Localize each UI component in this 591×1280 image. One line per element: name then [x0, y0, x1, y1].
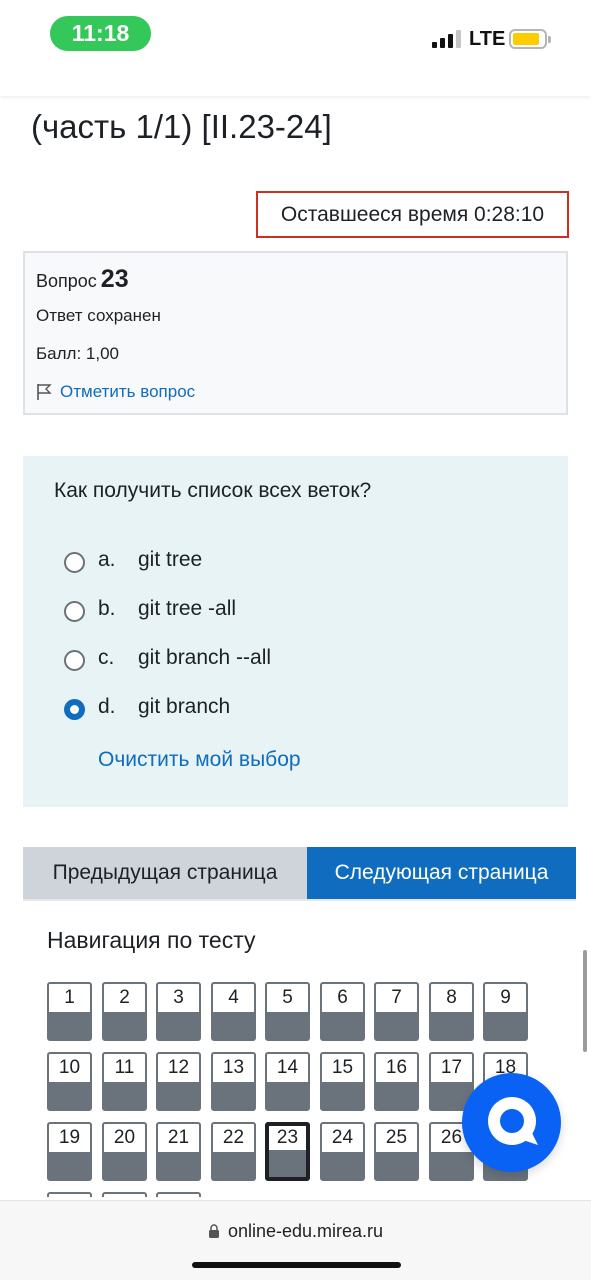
quiz-nav-button-8[interactable]: 8	[429, 982, 474, 1041]
quiz-nav-button-23[interactable]: 23	[265, 1122, 310, 1181]
quiz-nav-button-25[interactable]: 25	[374, 1122, 419, 1181]
quiz-navigation-title: Навигация по тесту	[47, 927, 256, 953]
quiz-nav-button-11[interactable]: 11	[102, 1052, 147, 1111]
chat-icon	[488, 1097, 538, 1145]
quiz-nav-button-3[interactable]: 3	[156, 982, 201, 1041]
question-state: Ответ сохранен	[36, 306, 161, 325]
quiz-nav-button-30[interactable]: 30	[156, 1192, 201, 1197]
quiz-nav-number: 30	[158, 1194, 199, 1197]
quiz-nav-number: 15	[322, 1054, 363, 1082]
answer-option-a[interactable]: a. git tree	[64, 546, 202, 573]
answer-letter: d.	[98, 694, 116, 718]
quiz-nav-number: 8	[431, 984, 472, 1012]
divider	[23, 899, 576, 901]
scrollbar[interactable]	[583, 950, 587, 1052]
status-bar: 11:18 LTE	[0, 0, 591, 96]
status-time: 11:18	[50, 16, 151, 51]
quiz-nav-number: 9	[485, 984, 526, 1012]
page-title: (часть 1/1) [II.23-24]	[31, 108, 332, 145]
quiz-nav-number: 4	[213, 984, 254, 1012]
quiz-nav-number: 25	[376, 1124, 417, 1152]
quiz-nav-number: 5	[267, 984, 308, 1012]
quiz-nav-button-10[interactable]: 10	[47, 1052, 92, 1111]
browser-address-bar[interactable]: online-edu.mirea.ru	[0, 1200, 591, 1280]
quiz-nav-button-14[interactable]: 14	[265, 1052, 310, 1111]
answer-text: git branch --all	[138, 645, 272, 669]
quiz-nav-number: 1	[49, 984, 90, 1012]
question-grade: Балл: 1,00	[36, 344, 119, 363]
quiz-nav-button-21[interactable]: 21	[156, 1122, 201, 1181]
quiz-nav-button-22[interactable]: 22	[211, 1122, 256, 1181]
quiz-nav-number: 28	[49, 1194, 90, 1197]
quiz-nav-number: 16	[376, 1054, 417, 1082]
quiz-nav-button-6[interactable]: 6	[320, 982, 365, 1041]
answer-letter: c.	[98, 645, 115, 669]
question-label: Вопрос	[36, 271, 97, 291]
answer-letter: a.	[98, 547, 116, 571]
question-content: Как получить список всех веток? a. git t…	[23, 456, 568, 807]
quiz-nav-number: 29	[104, 1194, 145, 1197]
quiz-nav-button-1[interactable]: 1	[47, 982, 92, 1041]
quiz-nav-button-2[interactable]: 2	[102, 982, 147, 1041]
answer-text: git branch	[138, 694, 231, 718]
url-text: online-edu.mirea.ru	[227, 1221, 384, 1241]
quiz-nav-button-5[interactable]: 5	[265, 982, 310, 1041]
quiz-nav-number: 20	[104, 1124, 145, 1152]
question-number-value: 23	[100, 265, 129, 293]
answer-option-b[interactable]: b. git tree -all	[64, 595, 236, 622]
quiz-nav-number: 11	[104, 1054, 145, 1082]
answer-option-c[interactable]: c. git branch --all	[64, 644, 271, 671]
network-type: LTE	[469, 28, 506, 50]
quiz-nav-button-9[interactable]: 9	[483, 982, 528, 1041]
answer-text: git tree -all	[138, 596, 237, 620]
quiz-nav-number: 21	[158, 1124, 199, 1152]
quiz-nav-number: 6	[322, 984, 363, 1012]
question-text: Как получить список всех веток?	[54, 479, 372, 502]
battery-icon	[509, 29, 551, 49]
chat-button[interactable]	[462, 1073, 561, 1172]
url-display[interactable]: online-edu.mirea.ru	[0, 1221, 591, 1242]
quiz-nav-button-24[interactable]: 24	[320, 1122, 365, 1181]
lock-icon	[208, 1224, 219, 1238]
signal-icon	[432, 30, 462, 48]
radio-c[interactable]	[64, 650, 85, 671]
quiz-nav-number: 13	[213, 1054, 254, 1082]
quiz-nav-number: 22	[213, 1124, 254, 1152]
quiz-nav-button-13[interactable]: 13	[211, 1052, 256, 1111]
answer-option-d[interactable]: d. git branch	[64, 693, 230, 720]
quiz-nav-button-19[interactable]: 19	[47, 1122, 92, 1181]
quiz-nav-number: 2	[104, 984, 145, 1012]
quiz-nav-number: 12	[158, 1054, 199, 1082]
quiz-nav-number: 19	[49, 1124, 90, 1152]
time-remaining: Оставшееся время 0:28:10	[256, 191, 569, 238]
radio-a[interactable]	[64, 552, 85, 573]
quiz-nav-button-29[interactable]: 29	[102, 1192, 147, 1197]
clear-choice-link[interactable]: Очистить мой выбор	[98, 748, 301, 772]
quiz-nav-number: 14	[267, 1054, 308, 1082]
flag-question-link[interactable]: Отметить вопрос	[36, 382, 195, 402]
quiz-nav-button-7[interactable]: 7	[374, 982, 419, 1041]
flag-question-label: Отметить вопрос	[60, 382, 196, 401]
quiz-nav-button-16[interactable]: 16	[374, 1052, 419, 1111]
quiz-nav-number: 3	[158, 984, 199, 1012]
answer-letter: b.	[98, 596, 116, 620]
quiz-nav-button-4[interactable]: 4	[211, 982, 256, 1041]
radio-b[interactable]	[64, 601, 85, 622]
home-indicator	[192, 1262, 401, 1268]
answer-text: git tree	[138, 547, 203, 571]
question-number: Вопрос 23	[36, 265, 129, 294]
quiz-nav-button-20[interactable]: 20	[102, 1122, 147, 1181]
flag-icon	[37, 384, 52, 400]
quiz-nav-button-15[interactable]: 15	[320, 1052, 365, 1111]
quiz-nav-button-12[interactable]: 12	[156, 1052, 201, 1111]
radio-d[interactable]	[64, 699, 85, 720]
quiz-nav-button-28[interactable]: 28	[47, 1192, 92, 1197]
quiz-nav-number: 10	[49, 1054, 90, 1082]
question-info-panel: Вопрос 23 Ответ сохранен Балл: 1,00 Отмет…	[23, 251, 568, 415]
quiz-nav-number: 7	[376, 984, 417, 1012]
quiz-nav-number: 23	[269, 1126, 306, 1150]
quiz-nav-number: 24	[322, 1124, 363, 1152]
previous-page-button[interactable]: Предыдущая страница	[23, 847, 307, 899]
next-page-button[interactable]: Следующая страница	[307, 847, 576, 899]
